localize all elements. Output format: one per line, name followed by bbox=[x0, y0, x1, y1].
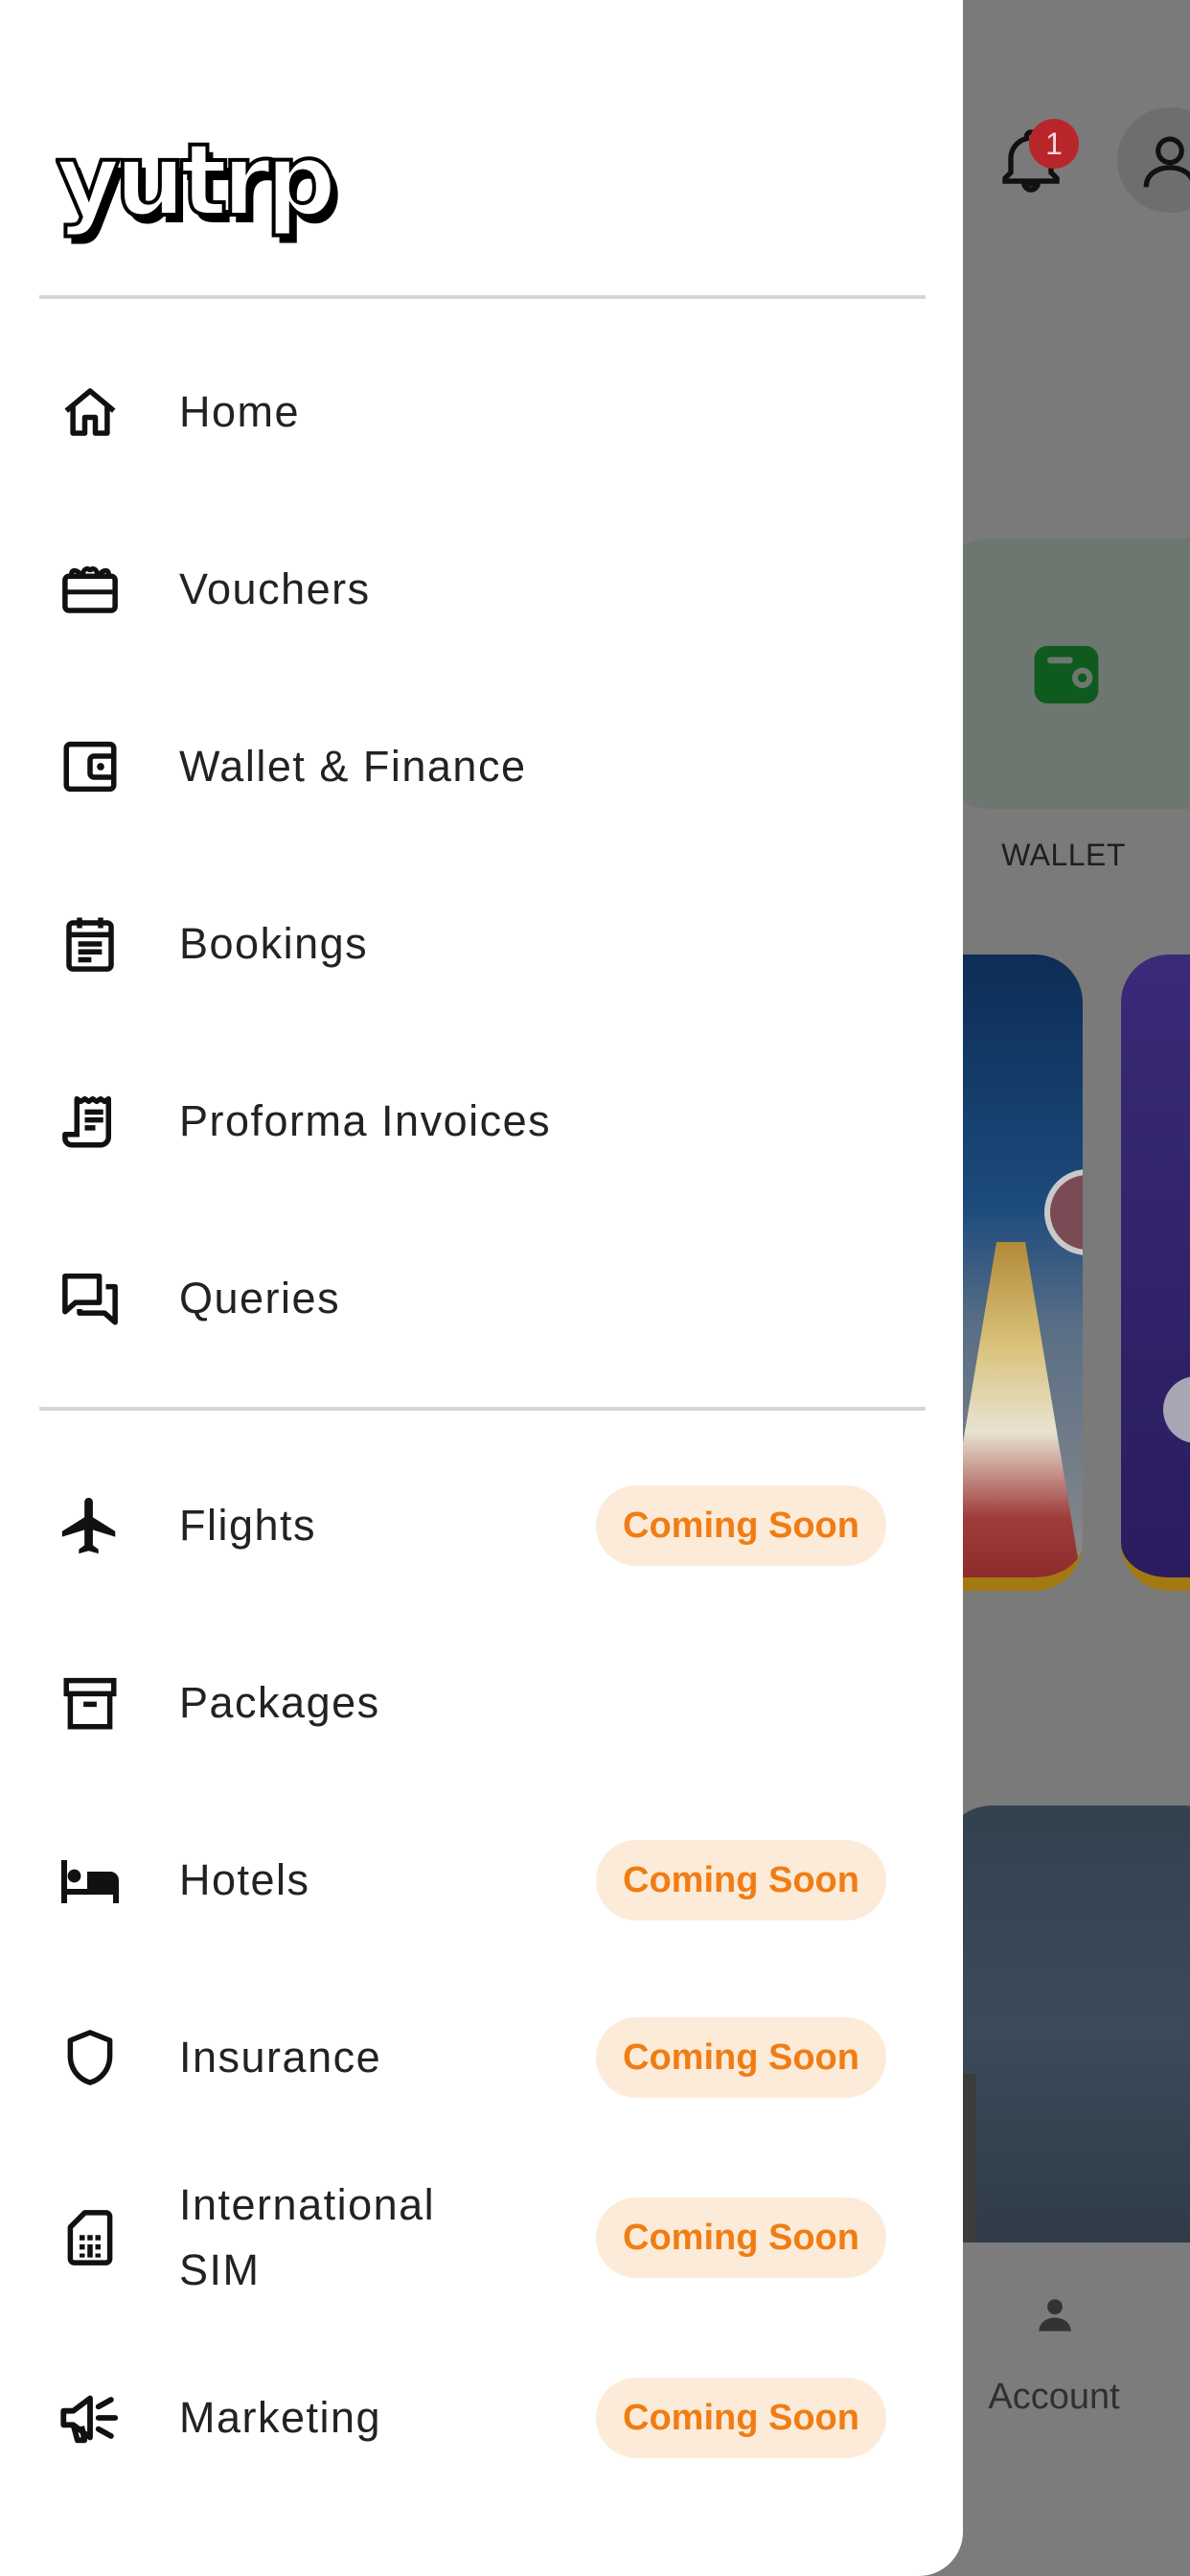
wallet-shortcut-tile[interactable] bbox=[944, 539, 1190, 809]
account-icon[interactable] bbox=[1035, 2294, 1075, 2334]
menu-label-flights: Flights bbox=[179, 1501, 317, 1550]
menu-item-insurance[interactable]: Insurance Coming Soon bbox=[0, 2000, 963, 2115]
menu-item-wallet-finance[interactable]: Wallet & Finance bbox=[0, 709, 963, 824]
wallet-icon bbox=[1034, 646, 1099, 703]
user-icon bbox=[1143, 136, 1190, 188]
archive-box-icon bbox=[56, 1668, 125, 1737]
coming-soon-badge-flights: Coming Soon bbox=[596, 1485, 886, 1566]
profile-avatar-button[interactable] bbox=[1117, 107, 1190, 213]
chat-bubbles-icon bbox=[56, 1264, 125, 1333]
menu-item-vouchers[interactable]: Vouchers bbox=[0, 532, 963, 647]
menu-label-hotels: Hotels bbox=[179, 1855, 310, 1904]
account-tab-label[interactable]: Account bbox=[958, 2377, 1150, 2418]
sim-card-icon bbox=[56, 2203, 125, 2272]
gift-card-icon bbox=[56, 555, 125, 624]
menu-label-wallet-finance: Wallet & Finance bbox=[179, 742, 527, 791]
menu-label-vouchers: Vouchers bbox=[179, 564, 371, 613]
promo-banner-purple[interactable] bbox=[1121, 954, 1190, 1591]
wallet-icon bbox=[56, 732, 125, 801]
drawer-divider-middle bbox=[39, 1407, 926, 1411]
menu-label-packages: Packages bbox=[179, 1678, 380, 1727]
menu-item-bookings[interactable]: Bookings bbox=[0, 886, 963, 1001]
menu-label-international-sim-line2: SIM bbox=[179, 2245, 261, 2294]
menu-label-international-sim-line1: International bbox=[179, 2180, 436, 2229]
svg-text:yutrp: yutrp bbox=[56, 123, 332, 239]
navigation-drawer: yutrp yutrp Home Vouchers Wallet & Finan… bbox=[0, 0, 963, 2576]
receipt-icon bbox=[56, 1087, 125, 1156]
coming-soon-badge-marketing: Coming Soon bbox=[596, 2378, 886, 2458]
menu-item-queries[interactable]: Queries bbox=[0, 1241, 963, 1356]
bottom-navigation: Account bbox=[944, 2242, 1190, 2576]
menu-label-queries: Queries bbox=[179, 1274, 341, 1322]
menu-label-insurance: Insurance bbox=[179, 2033, 382, 2082]
banner-thumbnail bbox=[1044, 1169, 1083, 1255]
drawer-divider-top bbox=[39, 295, 926, 299]
shield-icon bbox=[56, 2023, 125, 2092]
coming-soon-badge-insurance: Coming Soon bbox=[596, 2017, 886, 2098]
menu-label-bookings: Bookings bbox=[179, 919, 369, 968]
menu-item-international-sim[interactable]: International SIM Coming Soon bbox=[0, 2180, 963, 2295]
menu-item-home[interactable]: Home bbox=[0, 355, 963, 470]
notification-count-badge: 1 bbox=[1029, 119, 1079, 169]
home-icon bbox=[56, 378, 125, 447]
airplane-icon bbox=[56, 1491, 125, 1560]
coming-soon-badge-hotels: Coming Soon bbox=[596, 1840, 886, 1920]
calendar-list-icon bbox=[56, 909, 125, 978]
menu-item-flights[interactable]: Flights Coming Soon bbox=[0, 1468, 963, 1583]
menu-label-proforma-invoices: Proforma Invoices bbox=[179, 1096, 552, 1145]
tower-silhouette bbox=[963, 2074, 976, 2246]
menu-label-home: Home bbox=[179, 387, 301, 436]
coming-soon-badge-international-sim: Coming Soon bbox=[596, 2197, 886, 2278]
wallet-shortcut-label: WALLET bbox=[1001, 838, 1126, 872]
menu-label-marketing: Marketing bbox=[179, 2393, 382, 2442]
destination-photo-card[interactable] bbox=[944, 1806, 1190, 2246]
yutrp-logo[interactable]: yutrp yutrp bbox=[56, 123, 343, 247]
banner-toggle-dot bbox=[1163, 1376, 1190, 1443]
bed-icon bbox=[56, 1846, 125, 1915]
megaphone-icon bbox=[56, 2383, 125, 2452]
menu-item-packages[interactable]: Packages bbox=[0, 1645, 963, 1760]
menu-item-marketing[interactable]: Marketing Coming Soon bbox=[0, 2360, 963, 2475]
menu-item-proforma-invoices[interactable]: Proforma Invoices bbox=[0, 1064, 963, 1179]
menu-item-hotels[interactable]: Hotels Coming Soon bbox=[0, 1823, 963, 1938]
